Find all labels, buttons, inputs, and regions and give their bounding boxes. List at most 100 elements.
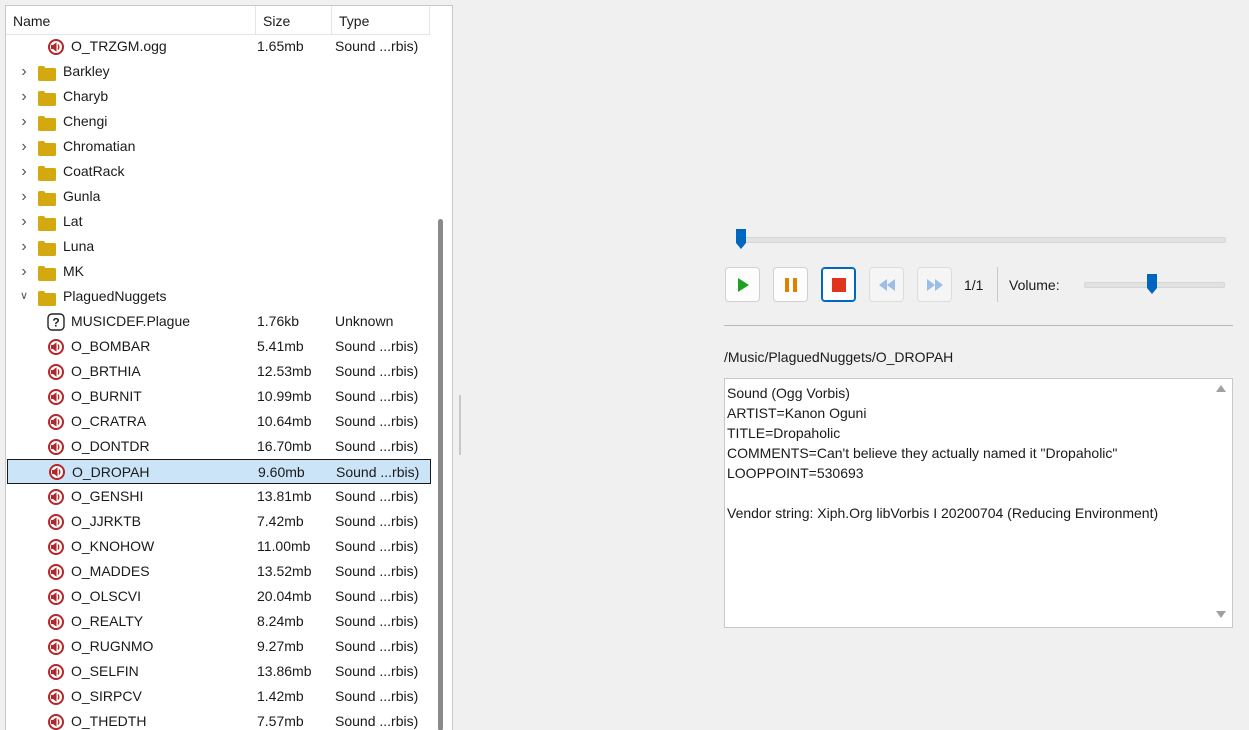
file-type: Sound ...rbis) (336, 464, 420, 480)
sound-file-icon (47, 438, 65, 456)
sound-file-icon (47, 338, 65, 356)
folder-icon (38, 264, 56, 281)
tree-file-row[interactable]: O_JJRKTB 7.42mb Sound ...rbis) (6, 509, 430, 534)
chevron-right-icon[interactable]: › (18, 109, 30, 134)
file-type: Sound ...rbis) (335, 638, 419, 654)
tree-item-label: O_CRATRA (71, 413, 147, 429)
sound-file-icon (47, 613, 65, 631)
file-size: 8.24mb (257, 613, 304, 629)
column-header-size[interactable]: Size (256, 6, 332, 34)
tree-file-row[interactable]: O_THEDTH 7.57mb Sound ...rbis) (6, 709, 430, 730)
column-header-name[interactable]: Name (6, 6, 256, 34)
folder-icon (38, 89, 56, 106)
sound-file-icon (47, 563, 65, 581)
chevron-down-icon[interactable]: ∨ (18, 284, 30, 309)
stop-button[interactable] (821, 267, 856, 302)
column-header-type[interactable]: Type (332, 6, 430, 34)
volume-slider-thumb[interactable] (1146, 273, 1158, 295)
tree-item-label: O_THEDTH (71, 713, 147, 729)
chevron-right-icon[interactable]: › (18, 84, 30, 109)
tree-file-row[interactable]: ? MUSICDEF.Plague 1.76kb Unknown (6, 309, 430, 334)
chevron-right-icon[interactable]: › (18, 134, 30, 159)
tree-item-label: O_GENSHI (71, 488, 144, 504)
tree-item-label: O_DONTDR (71, 438, 150, 454)
folder-icon (38, 289, 56, 306)
seek-slider[interactable] (740, 237, 1226, 243)
tree-file-row[interactable]: O_GENSHI 13.81mb Sound ...rbis) (6, 484, 430, 509)
tree-item-label: O_BOMBAR (71, 338, 151, 354)
file-type: Sound ...rbis) (335, 438, 419, 454)
fast-forward-button[interactable] (917, 267, 952, 302)
tree-file-row[interactable]: O_OLSCVI 20.04mb Sound ...rbis) (6, 584, 430, 609)
tree-item-label: Gunla (63, 188, 101, 204)
tree-folder-row[interactable]: › Gunla (6, 184, 430, 209)
chevron-right-icon[interactable]: › (18, 259, 30, 284)
sound-file-icon (47, 588, 65, 606)
chevron-right-icon[interactable]: › (18, 59, 30, 84)
chevron-right-icon[interactable]: › (18, 159, 30, 184)
tree-folder-row[interactable]: › MK (6, 259, 430, 284)
tree-item-label: O_OLSCVI (71, 588, 142, 604)
chevron-right-icon[interactable]: › (18, 184, 30, 209)
rewind-button[interactable] (869, 267, 904, 302)
unknown-file-icon: ? (47, 313, 65, 331)
file-size: 1.65mb (257, 38, 304, 54)
tree-item-label: O_SIRPCV (71, 688, 142, 704)
tree-file-row[interactable]: O_BOMBAR 5.41mb Sound ...rbis) (6, 334, 430, 359)
file-type: Sound ...rbis) (335, 338, 419, 354)
pause-button[interactable] (773, 267, 808, 302)
tree-folder-row[interactable]: › Barkley (6, 59, 430, 84)
tree-item-label: O_BRTHIA (71, 363, 141, 379)
tree-header: Name Size Type (6, 6, 430, 35)
file-size: 20.04mb (257, 588, 312, 604)
tree-folder-row[interactable]: ∨ PlaguedNuggets (6, 284, 430, 309)
tree-file-row[interactable]: O_SELFIN 13.86mb Sound ...rbis) (6, 659, 430, 684)
tree-folder-row[interactable]: › Charyb (6, 84, 430, 109)
tree-file-row[interactable]: O_KNOHOW 11.00mb Sound ...rbis) (6, 534, 430, 559)
section-divider (724, 325, 1233, 326)
scroll-down-icon[interactable] (1216, 611, 1226, 618)
tree-folder-row[interactable]: › Lat (6, 209, 430, 234)
tree-file-row[interactable]: O_CRATRA 10.64mb Sound ...rbis) (6, 409, 430, 434)
sound-file-icon (47, 413, 65, 431)
svg-text:?: ? (52, 316, 59, 330)
tree-file-row[interactable]: O_BURNIT 10.99mb Sound ...rbis) (6, 384, 430, 409)
sound-file-icon (47, 513, 65, 531)
file-size: 10.99mb (257, 388, 312, 404)
tree-folder-row[interactable]: › Chromatian (6, 134, 430, 159)
play-button[interactable] (725, 267, 760, 302)
metadata-line: ARTIST=Kanon Oguni (727, 405, 867, 421)
file-size: 7.57mb (257, 713, 304, 729)
tree-folder-row[interactable]: › CoatRack (6, 159, 430, 184)
volume-label: Volume: (1009, 277, 1060, 293)
tree-file-row[interactable]: O_DONTDR 16.70mb Sound ...rbis) (6, 434, 430, 459)
file-tree[interactable]: Name Size Type O_TRZGM.ogg 1.65mb Sound ..… (5, 5, 453, 730)
file-size: 1.42mb (257, 688, 304, 704)
tree-scrollbar[interactable] (438, 219, 443, 730)
tree-folder-row[interactable]: › Chengi (6, 109, 430, 134)
tree-file-row[interactable]: O_BRTHIA 12.53mb Sound ...rbis) (6, 359, 430, 384)
tree-file-row[interactable]: O_SIRPCV 1.42mb Sound ...rbis) (6, 684, 430, 709)
tree-item-label: Luna (63, 238, 95, 254)
chevron-right-icon[interactable]: › (18, 209, 30, 234)
tree-file-row[interactable]: O_RUGNMO 9.27mb Sound ...rbis) (6, 634, 430, 659)
tree-file-row[interactable]: O_MADDES 13.52mb Sound ...rbis) (6, 559, 430, 584)
metadata-textbox[interactable]: Sound (Ogg Vorbis) ARTIST=Kanon Oguni TITL… (724, 378, 1233, 628)
file-type: Sound ...rbis) (335, 413, 419, 429)
tree-file-row[interactable]: O_DROPAH 9.60mb Sound ...rbis) (7, 459, 431, 484)
scroll-up-icon[interactable] (1216, 385, 1226, 392)
pane-splitter[interactable] (459, 395, 461, 455)
file-size: 5.41mb (257, 338, 304, 354)
stop-icon (832, 278, 846, 292)
tree-item-label: O_JJRKTB (71, 513, 142, 529)
sound-file-icon (47, 713, 65, 730)
chevron-right-icon[interactable]: › (18, 234, 30, 259)
tree-item-label: O_KNOHOW (71, 538, 155, 554)
folder-icon (38, 239, 56, 256)
tree-file-row[interactable]: O_REALTY 8.24mb Sound ...rbis) (6, 609, 430, 634)
seek-slider-thumb[interactable] (735, 228, 747, 250)
tree-file-row[interactable]: O_TRZGM.ogg 1.65mb Sound ...rbis) (6, 34, 430, 59)
tree-item-label: O_DROPAH (72, 464, 150, 480)
tree-folder-row[interactable]: › Luna (6, 234, 430, 259)
tree-item-label: O_REALTY (71, 613, 144, 629)
